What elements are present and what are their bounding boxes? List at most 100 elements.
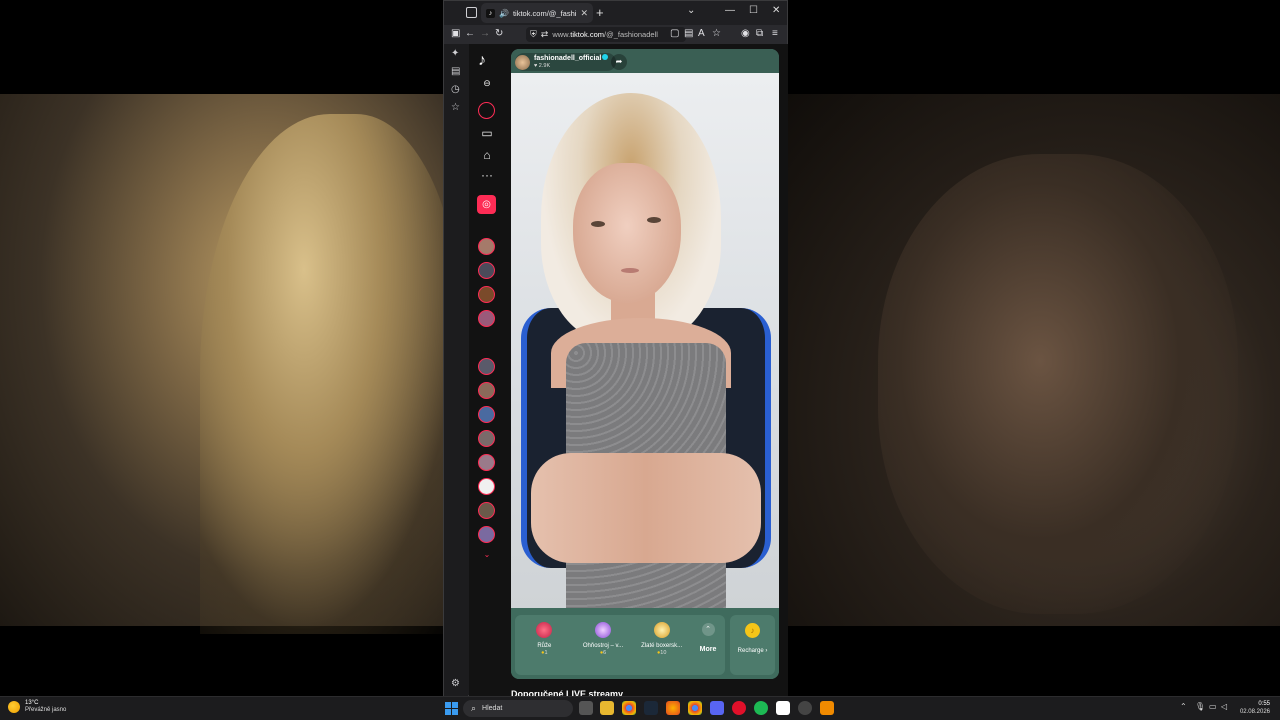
tab-title: tiktok.com/@_fashionadell: [512, 8, 577, 18]
viewer-count: 2.9K: [538, 63, 551, 69]
tab-close-icon[interactable]: ✕: [580, 8, 588, 19]
reader-view-icon[interactable]: ▤: [684, 28, 693, 39]
followed-avatar[interactable]: [478, 358, 495, 375]
settings-gear-icon[interactable]: ⚙: [451, 678, 460, 689]
firefox-icon[interactable]: [666, 701, 680, 715]
followed-avatar[interactable]: [478, 430, 495, 447]
followed-avatar[interactable]: [478, 238, 495, 255]
gift-price-value: 6: [603, 650, 607, 656]
gift-price-value: 1: [544, 650, 548, 656]
bookmarks-icon[interactable]: ☆: [451, 102, 460, 113]
discord-icon[interactable]: [710, 701, 724, 715]
followed-avatar[interactable]: [478, 382, 495, 399]
opera-icon[interactable]: [732, 701, 746, 715]
taskbar-search[interactable]: ⌕ Hledat: [463, 700, 573, 717]
background-face-shape: [878, 154, 1238, 614]
network-icon[interactable]: ▭: [1209, 702, 1217, 711]
gift-item[interactable]: Růže ●1: [515, 615, 574, 675]
back-arrow-icon[interactable]: ←: [465, 28, 475, 39]
start-button[interactable]: [445, 702, 458, 715]
background-video-right: [788, 94, 1280, 626]
bookmark-star-icon[interactable]: ☆: [712, 28, 721, 39]
steam-icon[interactable]: [644, 701, 658, 715]
profile-avatar[interactable]: [478, 102, 495, 119]
host-badge[interactable]: fashionadell_official ♥ 2.9K: [515, 53, 617, 71]
app-icon[interactable]: [776, 701, 790, 715]
volume-icon[interactable]: ◁: [1221, 702, 1227, 711]
video-arms-shape: [531, 453, 761, 563]
tab-overflow-icon[interactable]: ⌄: [687, 5, 695, 16]
video-eye-shape: [647, 217, 661, 223]
history-icon[interactable]: ◷: [451, 84, 460, 95]
followed-avatar[interactable]: [478, 454, 495, 471]
tab-bar: ♪ 🔊 tiktok.com/@_fashionadell ✕ + ⌄ — ☐ …: [444, 1, 787, 25]
more-label: More: [699, 646, 717, 653]
vlc-icon[interactable]: [820, 701, 834, 715]
tray-chevron-up-icon[interactable]: ⌃: [1180, 702, 1187, 711]
live-button[interactable]: ◎: [477, 195, 496, 214]
forward-arrow-icon[interactable]: →: [480, 28, 490, 39]
speaker-icon[interactable]: 🔊: [499, 9, 509, 18]
chevron-down-icon[interactable]: ⌄: [469, 550, 505, 559]
account-icon[interactable]: ◉: [741, 28, 750, 39]
chrome-icon[interactable]: [622, 701, 636, 715]
followed-avatar[interactable]: [478, 262, 495, 279]
followed-avatar[interactable]: [478, 406, 495, 423]
gift-item[interactable]: Zlaté boxersk... ●10: [632, 615, 691, 675]
more-gifts-button[interactable]: ⌃ More: [691, 615, 725, 675]
gift-price-value: 10: [660, 650, 667, 656]
microphone-icon[interactable]: 🎙: [1195, 702, 1205, 711]
gift-list: Růže ●1 Ohňostroj – v... ●6 Zlaté boxers…: [515, 615, 725, 675]
tab-list-icon[interactable]: [466, 7, 477, 18]
file-explorer-icon[interactable]: [600, 701, 614, 715]
url-path: /@_fashionadell: [604, 30, 658, 39]
followed-avatar[interactable]: [478, 286, 495, 303]
gift-item[interactable]: Ohňostroj – v... ●6: [574, 615, 633, 675]
followed-avatar[interactable]: [478, 526, 495, 543]
chrome-alt-icon[interactable]: [688, 701, 702, 715]
back-circle-icon[interactable]: ⊖: [469, 78, 505, 89]
verified-icon: [602, 54, 609, 60]
new-tab-button[interactable]: +: [596, 5, 604, 20]
ai-sparkle-icon[interactable]: ✦: [451, 48, 459, 59]
shield-icon[interactable]: ⛨: [530, 29, 537, 40]
minimize-button[interactable]: —: [725, 5, 735, 16]
rose-gift-icon: [536, 622, 553, 638]
followed-avatar[interactable]: [478, 310, 495, 327]
clock-date: 02.08.2026: [1239, 709, 1270, 715]
reload-icon[interactable]: ↻: [495, 28, 503, 39]
address-bar[interactable]: ⛨ ⇄ www.tiktok.com/@_fashionadell: [526, 27, 686, 42]
maximize-button[interactable]: ☐: [749, 5, 758, 16]
sidebar-toggle-icon[interactable]: ▣: [451, 28, 460, 39]
browser-tab-tiktok[interactable]: ♪ 🔊 tiktok.com/@_fashionadell ✕: [481, 3, 593, 23]
host-avatar[interactable]: [515, 54, 530, 70]
tiktok-logo-icon[interactable]: ♪: [478, 52, 486, 70]
tiktok-favicon-icon: ♪: [486, 8, 495, 18]
taskbar-clock[interactable]: 0:55 02.08.2026: [1238, 700, 1270, 716]
weather-widget[interactable]: 13°C Převážně jasno: [8, 700, 66, 714]
home-icon[interactable]: ⌂: [469, 148, 505, 162]
live-video[interactable]: [511, 73, 779, 608]
share-arrow-icon[interactable]: ➦: [611, 54, 627, 70]
spotify-icon[interactable]: [754, 701, 768, 715]
recharge-button[interactable]: ♪ Recharge ›: [730, 615, 775, 675]
search-label: Hledat: [482, 705, 503, 712]
screenshot-icon[interactable]: ▢: [670, 28, 679, 39]
start-tile: [445, 709, 451, 715]
followed-avatar[interactable]: [478, 478, 495, 495]
tiktok-content: fashionadell_official ♥ 2.9K ➦ Růže ●1 O…: [505, 44, 788, 699]
more-dots-icon[interactable]: ···: [469, 168, 505, 182]
start-tile: [452, 709, 458, 715]
reading-list-icon[interactable]: ▤: [451, 66, 460, 77]
gift-price: ●1: [541, 650, 547, 656]
translate-icon[interactable]: A: [698, 28, 705, 39]
navigation-bar: ▣ ← → ↻ ⛨ ⇄ www.tiktok.com/@_fashionadel…: [444, 25, 787, 44]
clock-app-icon[interactable]: [798, 701, 812, 715]
extensions-icon[interactable]: ⧉: [756, 28, 763, 39]
menu-icon[interactable]: ≡: [772, 28, 778, 39]
live-camera-icon[interactable]: ▭: [469, 126, 505, 140]
close-window-button[interactable]: ✕: [772, 5, 780, 16]
permissions-icon[interactable]: ⇄: [541, 29, 549, 40]
task-view-icon[interactable]: [579, 701, 593, 715]
followed-avatar[interactable]: [478, 502, 495, 519]
